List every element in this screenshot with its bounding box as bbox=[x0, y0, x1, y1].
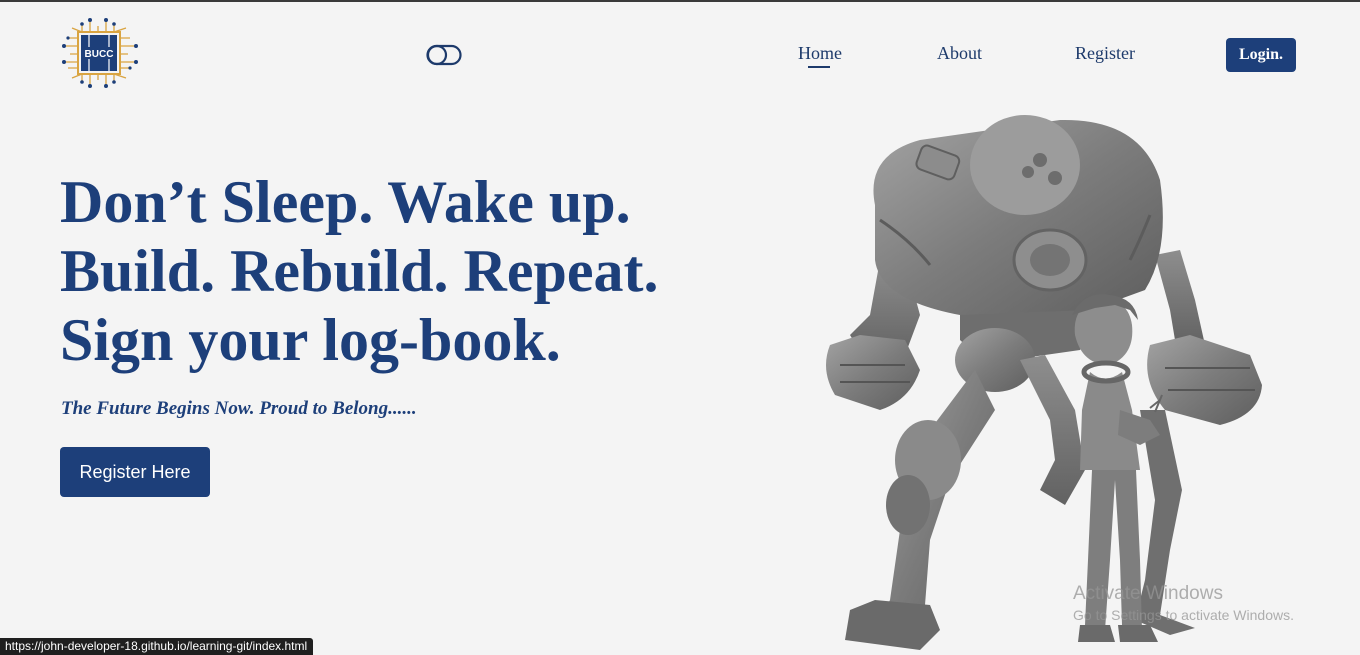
headline-line-3: Sign your log-book. bbox=[60, 307, 561, 373]
activate-windows-title: Activate Windows bbox=[1073, 583, 1223, 604]
robot-and-boy-illustration bbox=[826, 115, 1262, 650]
theme-toggle-icon[interactable] bbox=[426, 44, 462, 66]
window-top-border bbox=[0, 0, 1360, 2]
headline-line-1: Don’t Sleep. Wake up. bbox=[60, 169, 631, 235]
nav-active-indicator bbox=[808, 66, 830, 68]
hero-tagline: The Future Begins Now. Proud to Belong..… bbox=[61, 398, 417, 419]
login-button[interactable]: Login. bbox=[1226, 38, 1296, 72]
activate-windows-subtitle: Go to Settings to activate Windows. bbox=[1073, 607, 1294, 623]
hero-headline: Don’t Sleep. Wake up. Build. Rebuild. Re… bbox=[60, 168, 658, 375]
nav-register-link[interactable]: Register bbox=[1075, 43, 1135, 64]
register-here-button[interactable]: Register Here bbox=[60, 447, 210, 497]
nav-home-link[interactable]: Home bbox=[798, 43, 842, 64]
nav-about-link[interactable]: About bbox=[937, 43, 982, 64]
bucc-logo[interactable]: BUCC bbox=[62, 16, 140, 90]
headline-line-2: Build. Rebuild. Repeat. bbox=[60, 238, 659, 304]
link-preview-status-bar: https://john-developer-18.github.io/lear… bbox=[0, 638, 314, 655]
logo-text: BUCC bbox=[85, 49, 114, 60]
